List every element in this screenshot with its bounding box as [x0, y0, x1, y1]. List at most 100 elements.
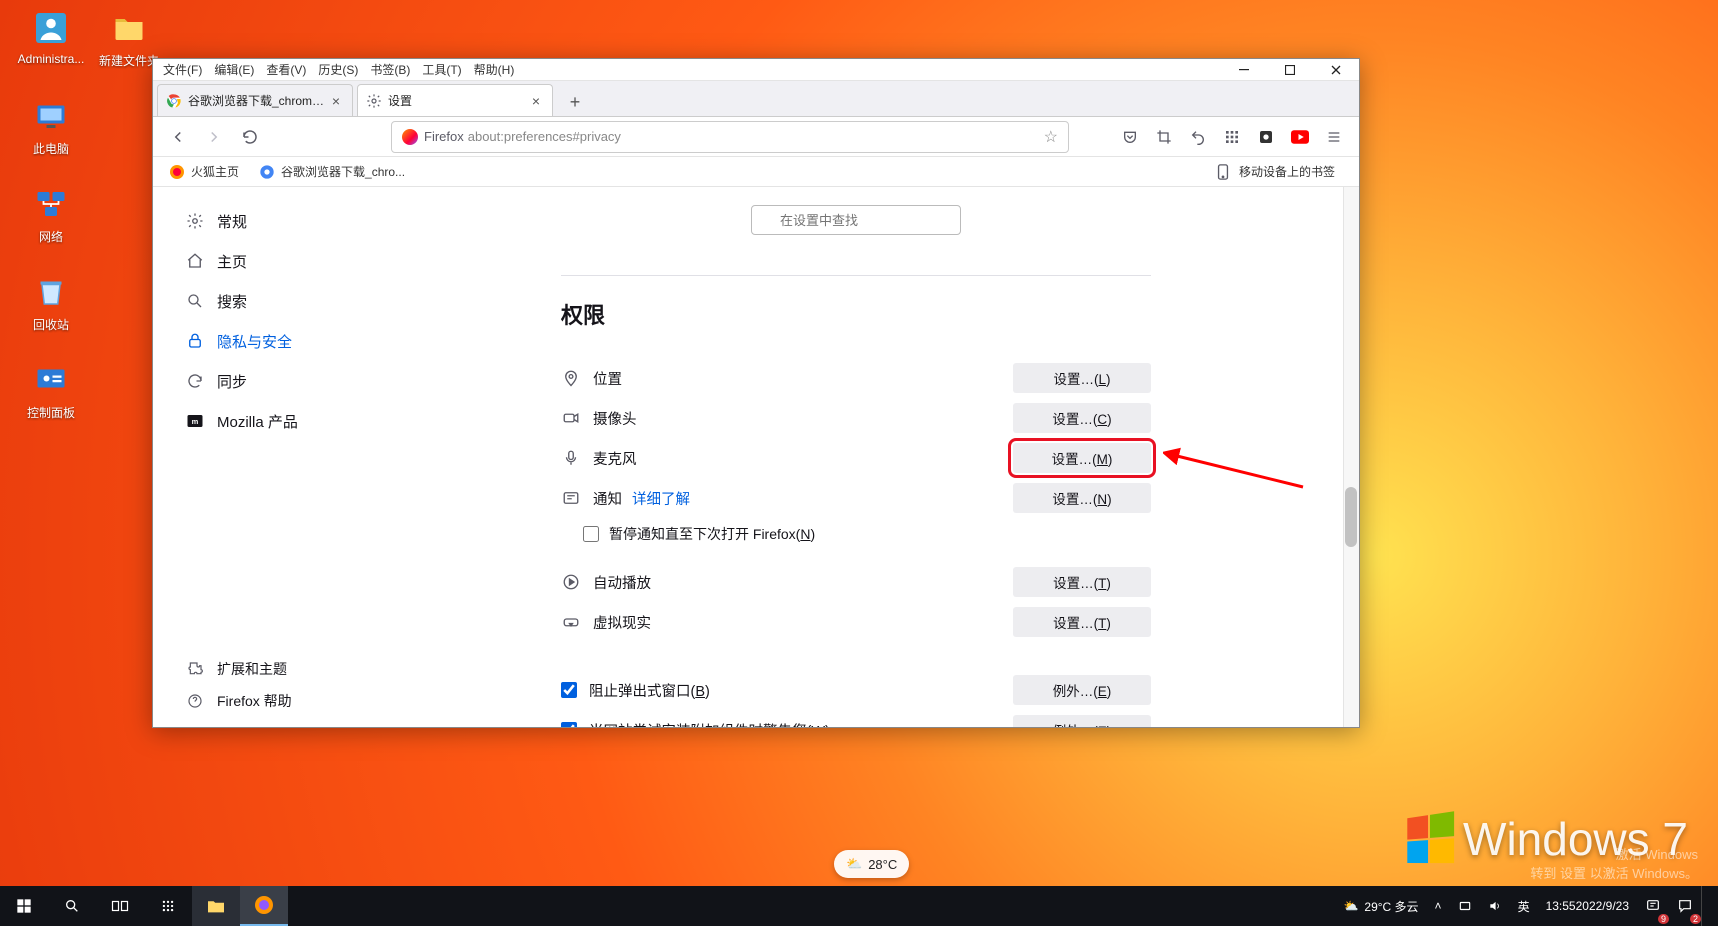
- permission-row-camera: 摄像头 设置…(C): [561, 398, 1151, 438]
- menu-file[interactable]: 文件(F): [157, 59, 208, 80]
- settings-search-input[interactable]: [751, 205, 961, 235]
- window-close[interactable]: [1313, 59, 1359, 81]
- new-tab-button[interactable]: +: [561, 88, 589, 116]
- bookmark-mobile[interactable]: 移动设备上的书签: [1211, 160, 1341, 183]
- location-settings-button[interactable]: 设置…(L): [1013, 363, 1151, 393]
- sidebar-item-home[interactable]: 主页: [177, 241, 365, 281]
- sidebar-item-help[interactable]: Firefox 帮助: [177, 685, 365, 717]
- weather-widget[interactable]: ⛅28°C: [834, 850, 909, 878]
- tray-clock[interactable]: 13:55 2022/9/23: [1538, 886, 1637, 926]
- lock-icon: [185, 331, 205, 351]
- save-to-pocket-icon[interactable]: [1115, 122, 1145, 152]
- permission-row-notifications: 通知 详细了解 设置…(N): [561, 478, 1151, 518]
- taskbar-search-icon[interactable]: [48, 886, 96, 926]
- notifications-settings-button[interactable]: 设置…(N): [1013, 483, 1151, 513]
- warn-addon-exceptions-button[interactable]: 例外…(E): [1013, 715, 1151, 727]
- vr-icon: [561, 612, 581, 632]
- menu-bookmarks[interactable]: 书签(B): [364, 59, 416, 80]
- urlbar[interactable]: Firefox about:preferences#privacy ☆: [391, 121, 1069, 153]
- bookmark-chrome-download[interactable]: 谷歌浏览器下载_chro...: [253, 160, 411, 183]
- tab-close-icon[interactable]: ×: [528, 93, 544, 109]
- bookmark-star-icon[interactable]: ☆: [1044, 127, 1058, 147]
- extension-icon-1[interactable]: [1251, 122, 1281, 152]
- settings-sidebar: 常规 主页 搜索 隐私与安全 同步 m Mozilla 产品: [153, 187, 373, 727]
- window-maximize[interactable]: [1267, 59, 1313, 81]
- autoplay-settings-button[interactable]: 设置…(T): [1013, 567, 1151, 597]
- tray-ime[interactable]: 英: [1510, 886, 1538, 926]
- start-button[interactable]: [0, 886, 48, 926]
- tray-volume-icon[interactable]: [1480, 886, 1510, 926]
- tab-chrome-download[interactable]: 谷歌浏览器下载_chrome浏览器 ×: [157, 84, 353, 116]
- desktop-icon-administrator[interactable]: Administra...: [12, 8, 90, 66]
- urlbar-path: about:preferences#privacy: [468, 129, 621, 144]
- activate-windows-text: 激活 Windows 转到 设置 以激活 Windows。: [1530, 844, 1698, 882]
- tray-weather[interactable]: ⛅29°C 多云: [1335, 886, 1426, 926]
- desktop-icon-recycle-bin[interactable]: 回收站: [12, 272, 90, 333]
- navbar: Firefox about:preferences#privacy ☆: [153, 117, 1359, 157]
- task-view-icon[interactable]: [96, 886, 144, 926]
- hamburger-menu-icon[interactable]: [1319, 122, 1349, 152]
- youtube-icon[interactable]: [1285, 122, 1315, 152]
- tray-action-center-icon[interactable]: 2: [1669, 886, 1701, 926]
- recycle-bin-icon: [31, 272, 71, 312]
- tray-chevron-up-icon[interactable]: ˄: [1427, 886, 1450, 926]
- pause-notifications-checkbox[interactable]: [583, 526, 599, 542]
- sidebar-item-label: 扩展和主题: [217, 659, 287, 679]
- pause-notifications-checkbox-row: 暂停通知直至下次打开 Firefox(N): [561, 524, 1151, 544]
- notification-icon: [561, 488, 581, 508]
- windows-logo-icon: [1407, 811, 1454, 863]
- tab-settings[interactable]: 设置 ×: [357, 84, 553, 116]
- menu-view[interactable]: 查看(V): [260, 59, 312, 80]
- sidebar-item-search[interactable]: 搜索: [177, 281, 365, 321]
- tab-close-icon[interactable]: ×: [328, 93, 344, 109]
- sidebar-item-extensions[interactable]: 扩展和主题: [177, 653, 365, 685]
- undo-icon[interactable]: [1183, 122, 1213, 152]
- sidebar-item-mozilla[interactable]: m Mozilla 产品: [177, 401, 365, 441]
- menu-edit[interactable]: 编辑(E): [208, 59, 260, 80]
- sidebar-item-general[interactable]: 常规: [177, 201, 365, 241]
- folder-icon: [109, 8, 149, 48]
- mozilla-icon: m: [185, 411, 205, 431]
- taskbar-firefox[interactable]: [240, 886, 288, 926]
- vr-settings-button[interactable]: 设置…(T): [1013, 607, 1151, 637]
- menu-help[interactable]: 帮助(H): [468, 59, 521, 80]
- desktop-icon-network[interactable]: 网络: [12, 184, 90, 245]
- tabstrip: 谷歌浏览器下载_chrome浏览器 × 设置 × +: [153, 81, 1359, 117]
- sidebar-item-sync[interactable]: 同步: [177, 361, 365, 401]
- svg-text:m: m: [192, 417, 199, 426]
- apps-grid-icon[interactable]: [1217, 122, 1247, 152]
- taskbar-apps-icon[interactable]: [144, 886, 192, 926]
- bookmark-firefox-home[interactable]: 火狐主页: [163, 160, 245, 183]
- window-minimize[interactable]: [1221, 59, 1267, 81]
- nav-reload[interactable]: [235, 122, 265, 152]
- settings-main: 🔍 权限 位置 设置…(L) 摄像头 设置…(C): [373, 187, 1359, 727]
- nav-back[interactable]: [163, 122, 193, 152]
- gear-icon: [185, 211, 205, 231]
- section-title: 权限: [561, 298, 1151, 330]
- user-icon: [31, 8, 71, 48]
- desktop-icon-this-pc[interactable]: 此电脑: [12, 96, 90, 157]
- chrome-icon: [259, 164, 275, 180]
- menu-history[interactable]: 历史(S): [312, 59, 364, 80]
- home-icon: [185, 251, 205, 271]
- scrollbar-thumb[interactable]: [1345, 487, 1357, 547]
- tray-notifications-icon[interactable]: 9: [1637, 886, 1669, 926]
- tray-network-icon[interactable]: [1450, 886, 1480, 926]
- crop-icon[interactable]: [1149, 122, 1179, 152]
- nav-forward[interactable]: [199, 122, 229, 152]
- notify-learn-more-link[interactable]: 详细了解: [632, 488, 690, 509]
- control-panel-icon: [31, 360, 71, 400]
- scrollbar[interactable]: [1343, 187, 1359, 727]
- desktop-icon-control-panel[interactable]: 控制面板: [12, 360, 90, 421]
- show-desktop-button[interactable]: [1701, 886, 1718, 926]
- microphone-settings-button[interactable]: 设置…(M): [1013, 443, 1151, 473]
- block-popups-checkbox[interactable]: [561, 682, 577, 698]
- camera-settings-button[interactable]: 设置…(C): [1013, 403, 1151, 433]
- search-icon: [185, 291, 205, 311]
- warn-addon-checkbox[interactable]: [561, 722, 577, 727]
- block-popups-exceptions-button[interactable]: 例外…(E): [1013, 675, 1151, 705]
- taskbar-explorer[interactable]: [192, 886, 240, 926]
- menu-tools[interactable]: 工具(T): [416, 59, 467, 80]
- sidebar-item-privacy[interactable]: 隐私与安全: [177, 321, 365, 361]
- block-popups-row: 阻止弹出式窗口(B) 例外…(E): [561, 670, 1151, 710]
